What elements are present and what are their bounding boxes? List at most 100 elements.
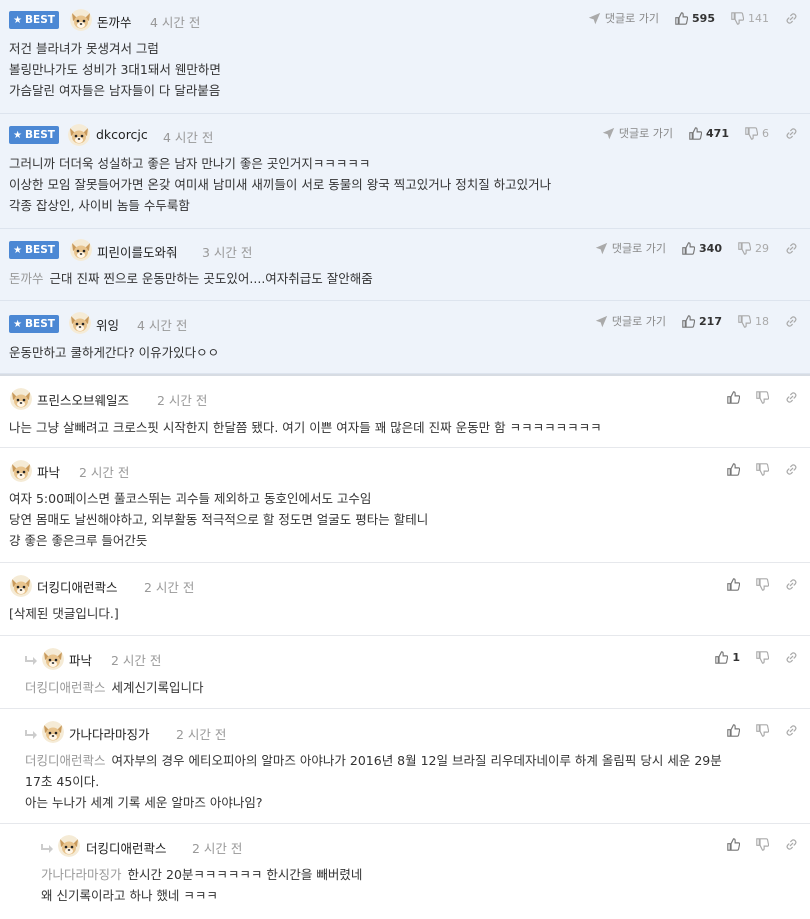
downvote-button[interactable] <box>756 724 769 737</box>
nickname[interactable]: 더킹디애런콱스 <box>86 838 167 857</box>
comment-actions <box>711 460 798 478</box>
nickname[interactable]: 더킹디애런콱스 <box>37 577 118 596</box>
nickname[interactable]: 파낙 <box>37 462 60 481</box>
comment-item: 더킹디애런콱스 2 시간 전 [삭제된 댓글입니다.] <box>0 563 810 636</box>
timestamp: 2 시간 전 <box>111 653 162 668</box>
link-button[interactable] <box>785 838 798 851</box>
downvote-button[interactable] <box>756 651 769 664</box>
link-button[interactable] <box>785 724 798 737</box>
link-icon <box>785 463 798 476</box>
comment-actions <box>711 388 798 406</box>
downvote-button[interactable] <box>756 578 769 591</box>
avatar[interactable] <box>69 312 91 334</box>
star-icon: ★ <box>13 244 23 256</box>
nickname[interactable]: 위잉 <box>96 315 119 334</box>
comment-body: 여자 5:00페이스면 풀코스뛰는 괴수들 제외하고 동호인에서도 고수임 당연… <box>9 491 429 548</box>
thumbs-up-icon <box>715 651 728 664</box>
best-badge: ★ BEST <box>9 11 59 29</box>
upvote-button[interactable] <box>727 463 740 476</box>
nickname[interactable]: 피린이를도와줘 <box>97 242 178 261</box>
best-badge: ★ BEST <box>9 241 59 259</box>
comment-body: 더킹디애런콱스 여자부의 경우 에티오피아의 알마즈 아야나가 2016년 8월 … <box>25 753 722 810</box>
avatar[interactable] <box>10 575 32 597</box>
link-button[interactable] <box>785 578 798 591</box>
avatar[interactable] <box>10 460 32 482</box>
upvote-button[interactable]: 217 <box>682 315 722 328</box>
thumbs-up-icon <box>727 724 740 737</box>
avatar[interactable] <box>42 721 64 743</box>
upvote-button[interactable]: 340 <box>682 242 722 255</box>
avatar[interactable] <box>42 648 64 670</box>
link-button[interactable] <box>785 127 798 140</box>
thumbs-up-icon <box>727 578 740 591</box>
downvote-button[interactable]: 6 <box>745 127 769 140</box>
upvote-button[interactable]: 1 <box>715 651 740 664</box>
paper-plane-icon <box>595 242 608 255</box>
thumbs-up-icon <box>682 242 695 255</box>
link-button[interactable] <box>785 391 798 404</box>
mention-link[interactable]: 더킹디애런콱스 <box>25 680 106 695</box>
goto-reply-link[interactable]: 댓글로 가기 <box>595 240 666 256</box>
thumbs-up-icon <box>727 838 740 851</box>
avatar[interactable] <box>70 239 92 261</box>
comment-body: 돈까쑤 근대 진짜 찐으로 운동만하는 곳도있어....여자취급도 잘안해줌 <box>9 271 373 286</box>
nickname[interactable]: dkcorcjc <box>96 127 148 142</box>
best-badge: ★ BEST <box>9 315 59 333</box>
mention-link[interactable]: 돈까쑤 <box>9 271 44 286</box>
downvote-button[interactable]: 18 <box>738 315 769 328</box>
downvote-button[interactable]: 141 <box>731 12 769 25</box>
comment-body: 저건 블라녀가 못생겨서 그럼 볼링만나가도 성비가 3대1돼서 웬만하면 가슴… <box>9 41 221 98</box>
link-icon <box>785 315 798 328</box>
star-icon: ★ <box>13 14 23 26</box>
goto-reply-link[interactable]: 댓글로 가기 <box>588 10 659 26</box>
avatar[interactable] <box>68 124 90 146</box>
avatar[interactable] <box>10 388 32 410</box>
link-button[interactable] <box>785 651 798 664</box>
upvote-button[interactable] <box>727 724 740 737</box>
link-button[interactable] <box>785 12 798 25</box>
upvote-button[interactable]: 471 <box>689 127 729 140</box>
thumbs-down-icon <box>756 724 769 737</box>
downvote-button[interactable] <box>756 838 769 851</box>
downvote-button[interactable]: 29 <box>738 242 769 255</box>
link-button[interactable] <box>785 463 798 476</box>
downvote-button[interactable] <box>756 463 769 476</box>
goto-reply-link[interactable]: 댓글로 가기 <box>595 313 666 329</box>
timestamp: 2 시간 전 <box>192 841 243 856</box>
comment-body: 그러니까 더더욱 성실하고 좋은 남자 만나기 좋은 곳인거지ㅋㅋㅋㅋㅋ 이상한… <box>9 156 552 213</box>
nickname[interactable]: 프린스오브웨일즈 <box>37 390 129 409</box>
comment-actions: 댓글로 가기 595 141 <box>572 9 798 27</box>
nickname[interactable]: 돈까쑤 <box>97 12 132 31</box>
nickname[interactable]: 가나다라마징가 <box>69 724 150 743</box>
link-button[interactable] <box>785 242 798 255</box>
reply-item: 파낙 2 시간 전 1 더킹디애런콱스 세계신기록입니다 <box>0 636 810 709</box>
star-icon: ★ <box>13 129 23 141</box>
comment-actions <box>711 835 798 853</box>
goto-reply-link[interactable]: 댓글로 가기 <box>602 125 673 141</box>
star-icon: ★ <box>13 318 23 330</box>
upvote-button[interactable] <box>727 391 740 404</box>
downvote-button[interactable] <box>756 391 769 404</box>
avatar[interactable] <box>58 835 80 857</box>
thumbs-down-icon <box>756 838 769 851</box>
thumbs-up-icon <box>682 315 695 328</box>
upvote-button[interactable] <box>727 838 740 851</box>
reply-arrow-icon <box>40 843 54 855</box>
mention-link[interactable]: 가나다라마징가 <box>41 867 122 882</box>
upvote-button[interactable] <box>727 578 740 591</box>
avatar[interactable] <box>70 9 92 31</box>
link-button[interactable] <box>785 315 798 328</box>
link-icon <box>785 242 798 255</box>
upvote-button[interactable]: 595 <box>675 12 715 25</box>
thumbs-up-icon <box>727 463 740 476</box>
comment-actions: 댓글로 가기 471 6 <box>586 124 798 142</box>
comment-item: ★ BEST 위잉 4 시간 전 댓글로 가기 217 18 운동만하고 쿨하게간… <box>0 301 810 374</box>
comment-item: 프린스오브웨일즈 2 시간 전 나는 그냥 살빼려고 크로스핏 시작한지 한달쯤… <box>0 376 810 448</box>
nickname[interactable]: 파낙 <box>69 650 92 669</box>
link-icon <box>785 651 798 664</box>
comment-body: 더킹디애런콱스 세계신기록입니다 <box>25 680 204 695</box>
paper-plane-icon <box>602 127 615 140</box>
thumbs-down-icon <box>738 242 751 255</box>
mention-link[interactable]: 더킹디애런콱스 <box>25 753 106 768</box>
link-icon <box>785 391 798 404</box>
